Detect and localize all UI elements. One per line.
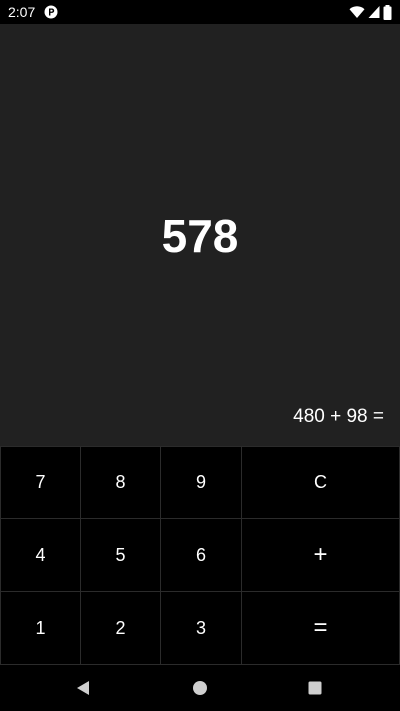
key-1[interactable]: 1 — [0, 591, 81, 665]
status-indicators — [349, 4, 392, 20]
key-9[interactable]: 9 — [160, 446, 242, 519]
clear-button[interactable]: C — [241, 446, 400, 519]
key-6[interactable]: 6 — [160, 518, 242, 592]
keypad: 7 8 9 C 4 5 6 + 1 2 3 = — [0, 446, 400, 665]
p-badge-icon — [44, 5, 58, 19]
result-value: 578 — [161, 210, 239, 262]
expression-text: 480 + 98 = — [293, 406, 384, 427]
wifi-icon — [349, 6, 365, 18]
recents-icon — [308, 681, 322, 695]
home-icon — [193, 681, 207, 695]
key-3[interactable]: 3 — [160, 591, 242, 665]
equals-button[interactable]: = — [241, 591, 400, 665]
navigation-bar — [0, 665, 400, 711]
battery-icon — [383, 4, 392, 20]
back-button[interactable] — [53, 665, 113, 711]
back-icon — [77, 681, 89, 695]
home-button[interactable] — [170, 665, 230, 711]
calculator-display: 578 480 + 98 = — [0, 24, 400, 446]
key-7[interactable]: 7 — [0, 446, 81, 519]
cell-signal-icon — [368, 6, 380, 18]
status-time: 2:07 — [8, 4, 36, 20]
key-5[interactable]: 5 — [80, 518, 161, 592]
plus-button[interactable]: + — [241, 518, 400, 592]
status-bar: 2:07 — [0, 0, 400, 24]
recents-button[interactable] — [285, 665, 345, 711]
key-8[interactable]: 8 — [80, 446, 161, 519]
key-4[interactable]: 4 — [0, 518, 81, 592]
key-2[interactable]: 2 — [80, 591, 161, 665]
